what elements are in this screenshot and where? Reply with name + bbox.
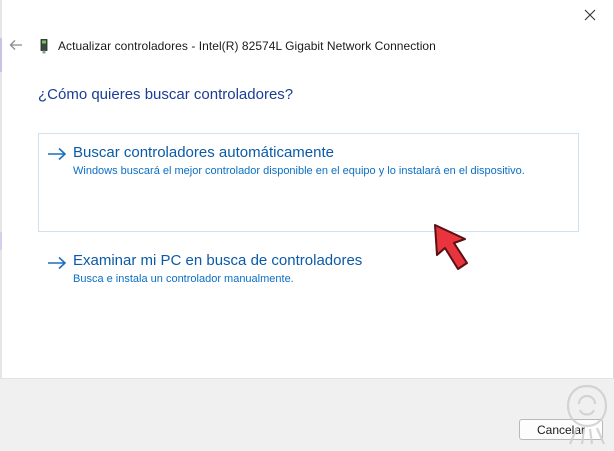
solvetic-logo-icon (566, 384, 608, 445)
red-pointer-arrow-icon (434, 224, 468, 270)
network-device-icon (38, 38, 50, 54)
left-edge-accent (0, 38, 2, 72)
wizard-footer (0, 378, 614, 451)
close-button[interactable] (567, 0, 613, 30)
option-search-automatically[interactable]: Buscar controladores automáticamente Win… (38, 133, 579, 232)
option-title: Buscar controladores automáticamente (73, 144, 334, 161)
right-arrow-icon (48, 256, 67, 270)
back-button[interactable] (6, 36, 26, 54)
left-edge-accent (0, 232, 2, 250)
close-icon (584, 9, 596, 21)
right-arrow-icon (48, 147, 67, 161)
wizard-header: Actualizar controladores - Intel(R) 8257… (38, 36, 436, 56)
header-title: Actualizar controladores - Intel(R) 8257… (58, 39, 436, 53)
option-title: Examinar mi PC en busca de controladores (73, 252, 363, 269)
page-question: ¿Cómo quieres buscar controladores? (38, 86, 294, 103)
update-drivers-window: Actualizar controladores - Intel(R) 8257… (0, 0, 614, 451)
option-browse-my-pc[interactable]: Examinar mi PC en busca de controladores… (38, 244, 579, 296)
option-description: Windows buscará el mejor controlador dis… (73, 165, 525, 177)
back-arrow-icon (9, 40, 22, 50)
option-description: Busca e instala un controlador manualmen… (73, 273, 294, 285)
